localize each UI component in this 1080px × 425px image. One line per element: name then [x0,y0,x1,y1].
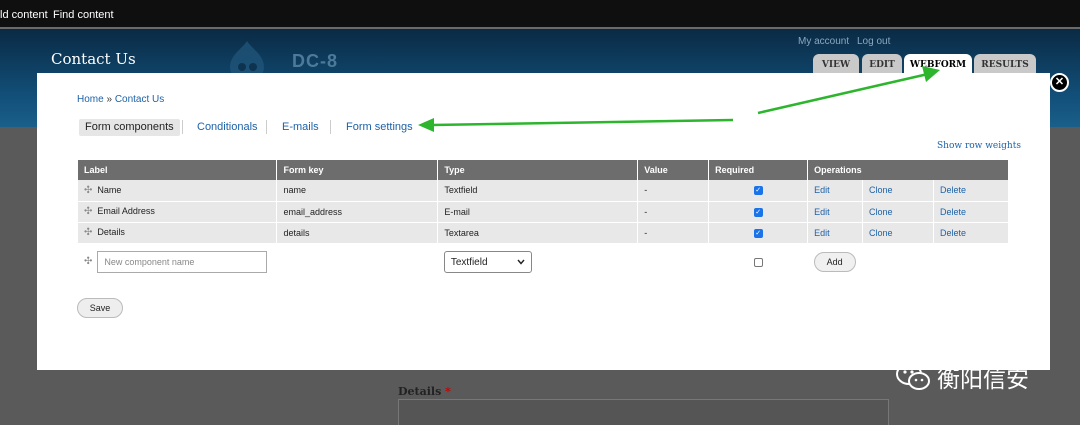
edit-link[interactable]: Edit [814,185,830,195]
component-label: Email Address [97,206,155,216]
save-button[interactable]: Save [77,298,123,318]
delete-cell: Delete [933,180,1009,202]
edit-cell: Edit [807,201,864,223]
clone-cell: Clone [862,222,934,244]
clone-cell: Clone [862,180,934,202]
delete-link[interactable]: Delete [940,207,966,217]
close-icon[interactable]: ✕ [1050,73,1069,92]
new-component-name-input[interactable]: New component name [97,251,268,273]
form-key-cell: email_address [276,201,439,223]
table-row: ✣ Details details Textarea - ✓ Edit Clone… [78,222,1009,244]
column-header-form-key: Form key [276,160,439,180]
column-header-required: Required [708,160,809,180]
table-header-row: Label Form key Type Value Required Opera… [78,160,1009,180]
edit-link[interactable]: Edit [814,207,830,217]
delete-cell: Delete [933,222,1009,244]
table-row: ✣ Email Address email_address E-mail - ✓ … [78,201,1009,223]
clone-link[interactable]: Clone [869,185,893,195]
new-value-cell [637,243,709,282]
toolbar-find-content-link[interactable]: Find content [53,9,114,21]
clone-link[interactable]: Clone [869,228,893,238]
details-textarea[interactable] [398,399,889,425]
new-ops-cell: Add [807,243,1009,282]
selected-type: Textfield [450,256,488,268]
watermark: 衡阳信安 [895,360,1029,394]
webform-overlay: Home » Contact Us Form components Condit… [37,73,1050,370]
watermark-text: 衡阳信安 [937,367,1029,393]
new-type-cell: Textfield [437,243,638,282]
drag-handle-icon[interactable]: ✣ [84,185,92,196]
drag-handle-icon[interactable]: ✣ [84,256,92,267]
breadcrumb-contact-us-link[interactable]: Contact Us [115,94,164,105]
wechat-icon [896,363,930,390]
subtab-conditionals[interactable]: Conditionals [197,119,258,136]
component-label: Details [97,227,125,237]
new-component-row: ✣ New component name Textfield Add [78,243,1009,282]
components-table: Label Form key Type Value Required Opera… [78,160,1009,282]
required-cell: ✓ [708,180,809,202]
label-cell: ✣ Name [78,180,278,202]
edit-cell: Edit [807,222,864,244]
edit-link[interactable]: Edit [814,228,830,238]
log-out-link[interactable]: Log out [857,36,890,47]
type-cell: E-mail [437,201,639,223]
label-cell: ✣ Details [78,222,278,244]
column-header-type: Type [437,160,639,180]
subtab-divider [330,120,331,134]
value-cell: - [637,201,710,223]
subtab-emails[interactable]: E-mails [282,119,319,136]
component-type-select[interactable]: Textfield [443,251,532,273]
column-header-operations: Operations [807,160,1009,180]
site-name[interactable]: DC-8 [292,51,338,72]
form-key-cell: name [276,180,439,202]
admin-toolbar: ld content Find content [0,0,1080,29]
required-marker: * [445,385,451,398]
subtab-form-settings[interactable]: Form settings [346,119,413,136]
site-slogan: Contact Us [51,50,136,68]
value-cell: - [637,222,710,244]
my-account-link[interactable]: My account [798,36,849,47]
show-row-weights-link[interactable]: Show row weights [937,141,1021,151]
drag-handle-icon[interactable]: ✣ [84,227,92,238]
add-component-button[interactable]: Add [813,252,856,272]
component-label: Name [97,184,122,195]
table-row: ✣ Name name Textfield - ✓ Edit Clone Dele… [78,180,1009,202]
delete-link[interactable]: Delete [940,185,966,195]
subtab-form-components[interactable]: Form components [79,119,180,136]
type-cell: Textfield [437,180,639,202]
clone-cell: Clone [862,201,934,223]
new-required-cell [708,243,808,282]
required-cell: ✓ [708,222,809,244]
delete-link[interactable]: Delete [940,228,966,238]
details-field-label: Details * [398,385,451,398]
required-checkbox[interactable]: ✓ [753,186,763,196]
drag-handle-icon[interactable]: ✣ [84,206,92,217]
breadcrumb: Home » Contact Us [77,94,164,105]
edit-cell: Edit [807,180,864,202]
value-cell: - [637,180,710,202]
clone-link[interactable]: Clone [869,207,893,217]
subtab-divider [182,120,183,134]
required-cell: ✓ [708,201,809,223]
delete-cell: Delete [933,201,1009,223]
new-form-key-cell [276,243,438,282]
required-checkbox[interactable]: ✓ [753,228,763,238]
toolbar-add-content-link[interactable]: ld content [0,9,48,21]
required-checkbox[interactable]: ✓ [753,207,763,217]
chevron-down-icon [517,259,525,265]
type-cell: Textarea [437,222,639,244]
subtab-divider [266,120,267,134]
form-key-cell: details [276,222,439,244]
new-label-cell: ✣ New component name [78,243,277,282]
breadcrumb-separator: » [103,94,115,105]
label-cell: ✣ Email Address [78,201,278,223]
new-required-checkbox[interactable] [753,258,763,268]
breadcrumb-home-link[interactable]: Home [77,94,104,105]
column-header-value: Value [637,160,710,180]
column-header-label: Label [78,160,278,180]
